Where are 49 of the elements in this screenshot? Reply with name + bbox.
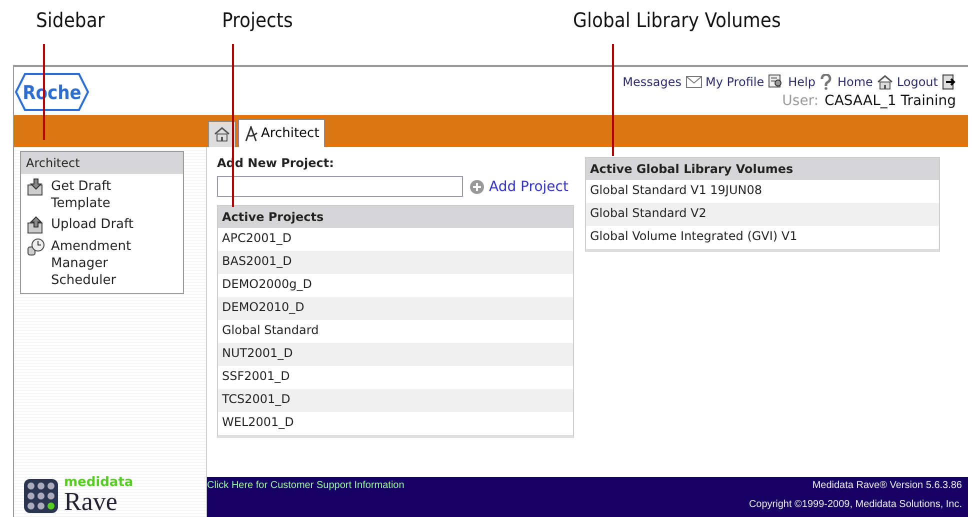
folder-download-icon [27, 178, 45, 196]
callout-label: Projects [222, 8, 293, 32]
support-link[interactable]: Click Here for Customer Support Information [207, 477, 404, 517]
sidebar-link[interactable]: Amendment Manager Scheduler [51, 238, 141, 289]
envelope-icon [686, 76, 702, 88]
project-row[interactable]: WEL2001_D [218, 412, 573, 435]
project-row[interactable]: SSF2001_D [218, 366, 573, 389]
header-link[interactable]: Home [837, 75, 873, 89]
volume-row[interactable]: Global Standard V1 19JUN08 [586, 180, 939, 203]
header-link[interactable]: Help [788, 75, 816, 89]
compass-icon [244, 126, 258, 142]
home-icon [876, 74, 893, 90]
project-row[interactable]: DEMO2000g_D [218, 274, 573, 297]
table-header: Active Projects [218, 206, 573, 228]
folder-upload-icon [27, 216, 45, 234]
brand-name: Rave [64, 489, 118, 515]
help-icon [819, 74, 834, 90]
clock-database-icon [27, 238, 45, 256]
plus-icon [469, 178, 485, 194]
user-name: CASAAL_1 Training [824, 93, 956, 109]
sidebar-title: Architect [21, 152, 183, 174]
volume-row[interactable]: Global Standard V2 [586, 203, 939, 226]
home-tab[interactable] [208, 121, 236, 147]
project-row[interactable]: BAS2001_D [218, 251, 573, 274]
project-row[interactable]: TCS2001_D [218, 389, 573, 412]
profile-card-icon [768, 74, 784, 90]
callout-label: Sidebar [36, 8, 105, 32]
header-link[interactable]: Messages [622, 75, 682, 89]
sidebar-link[interactable]: Get Draft Template [51, 178, 141, 212]
tab[interactable]: Architect [238, 119, 326, 147]
version-text: Medidata Rave® Version 5.6.3.86 [812, 480, 962, 491]
volume-row[interactable]: Global Volume Integrated (GVI) V1 [586, 226, 939, 249]
table-header: Active Global Library Volumes [586, 158, 939, 180]
header-link[interactable]: My Profile [706, 75, 764, 89]
rave-logo-icon [24, 478, 58, 512]
logout-icon [942, 74, 956, 90]
home-icon [214, 127, 230, 142]
project-name-field[interactable] [217, 176, 463, 197]
project-row[interactable]: Global Standard [218, 320, 573, 343]
project-row[interactable]: NUT2001_D [218, 343, 573, 366]
user-label: User: [782, 93, 819, 109]
project-row[interactable]: DEMO2010_D [218, 297, 573, 320]
copyright-text: Copyright ©1999-2009, Medidata Solutions, Inc. [748, 499, 962, 510]
brand-text: medidata [64, 476, 134, 489]
add-project-button[interactable]: Add Project [469, 178, 568, 194]
callout-label: Global Library Volumes [573, 8, 781, 32]
sidebar-link[interactable]: Upload Draft [51, 216, 141, 234]
header-link[interactable]: Logout [896, 75, 938, 89]
project-row[interactable]: APC2001_D [218, 228, 573, 251]
